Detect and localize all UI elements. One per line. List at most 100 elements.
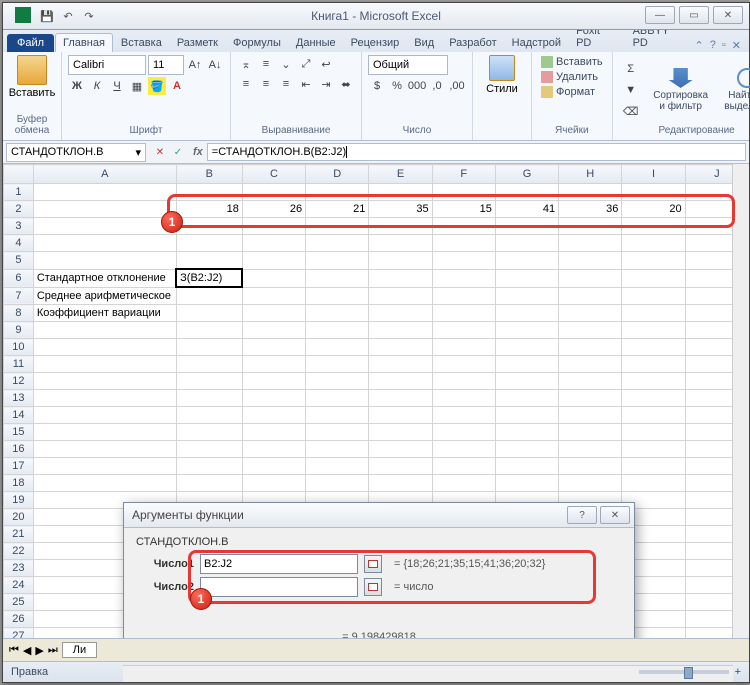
doc-close-icon[interactable]: ✕ — [732, 39, 741, 52]
dialog-titlebar[interactable]: Аргументы функции ? ✕ — [124, 503, 634, 528]
fx-icon[interactable]: fx — [189, 146, 207, 158]
cell[interactable]: Коэффициент вариации — [33, 305, 176, 322]
row-header[interactable]: 5 — [4, 252, 34, 270]
row-header[interactable]: 20 — [4, 509, 34, 526]
fill-button[interactable]: ▼ — [619, 80, 643, 100]
percent-icon[interactable]: % — [388, 77, 406, 95]
row-header[interactable]: 18 — [4, 475, 34, 492]
arg1-input[interactable] — [200, 554, 358, 574]
styles-button[interactable]: Стили — [479, 55, 525, 95]
cell[interactable]: 15 — [432, 201, 495, 218]
col-header[interactable]: E — [369, 165, 432, 184]
row-header[interactable]: 21 — [4, 526, 34, 543]
window-restore-icon[interactable]: ▫ — [722, 39, 726, 52]
cell[interactable]: Стандартное отклонение — [33, 269, 176, 287]
row-header[interactable]: 10 — [4, 339, 34, 356]
tab-view[interactable]: Вид — [407, 34, 441, 52]
font-name-select[interactable]: Calibri — [68, 55, 146, 75]
format-cell-button[interactable]: Формат — [538, 85, 606, 99]
fill-color-icon[interactable]: 🪣 — [148, 77, 166, 95]
delete-cell-button[interactable]: Удалить — [538, 70, 606, 84]
arg2-input[interactable] — [200, 577, 358, 597]
align-middle-icon[interactable]: ≡ — [257, 55, 275, 73]
tab-data[interactable]: Данные — [289, 34, 343, 52]
row-header[interactable]: 14 — [4, 407, 34, 424]
dialog-help-icon[interactable]: ? — [567, 506, 597, 524]
cell[interactable]: 18 — [176, 201, 242, 218]
italic-icon[interactable]: К — [88, 77, 106, 95]
bold-icon[interactable]: Ж — [68, 77, 86, 95]
name-box[interactable]: СТАНДОТКЛОН.В▾ — [6, 143, 146, 162]
dialog-close-icon[interactable]: ✕ — [600, 506, 630, 524]
minimize-icon[interactable]: — — [645, 6, 675, 24]
decrease-decimal-icon[interactable]: ,00 — [448, 77, 466, 95]
zoom-slider[interactable] — [639, 670, 729, 674]
vertical-scrollbar[interactable] — [732, 164, 749, 638]
border-icon[interactable]: ▦ — [128, 77, 146, 95]
active-cell[interactable]: З(B2:J2) — [176, 269, 242, 287]
merge-icon[interactable]: ⬌ — [337, 75, 355, 93]
tab-review[interactable]: Рецензир — [344, 34, 407, 52]
cancel-formula-icon[interactable]: ✕ — [152, 144, 168, 160]
collapse-dialog-icon[interactable] — [364, 555, 382, 573]
row-header[interactable]: 24 — [4, 577, 34, 594]
increase-decimal-icon[interactable]: ,0 — [428, 77, 446, 95]
row-header[interactable]: 2 — [4, 201, 34, 218]
col-header[interactable]: H — [559, 165, 622, 184]
font-color-icon[interactable]: A — [168, 77, 186, 95]
tab-home[interactable]: Главная — [55, 33, 113, 52]
cell[interactable]: 36 — [559, 201, 622, 218]
row-header[interactable]: 3 — [4, 218, 34, 235]
ribbon-minimize-icon[interactable]: ⌃ — [695, 39, 704, 52]
number-format-select[interactable]: Общий — [368, 55, 448, 75]
sheet-nav-prev-icon[interactable]: ◀ — [23, 644, 31, 657]
sheet-tab[interactable]: Ли — [62, 642, 97, 658]
tab-layout[interactable]: Разметк — [170, 34, 225, 52]
col-header[interactable]: B — [176, 165, 242, 184]
row-header[interactable]: 1 — [4, 184, 34, 201]
row-header[interactable]: 27 — [4, 628, 34, 639]
indent-icon[interactable]: ⇥ — [317, 75, 335, 93]
cell[interactable]: 41 — [495, 201, 558, 218]
outdent-icon[interactable]: ⇤ — [297, 75, 315, 93]
row-header[interactable]: 8 — [4, 305, 34, 322]
row-header[interactable]: 7 — [4, 287, 34, 305]
align-right-icon[interactable]: ≡ — [277, 75, 295, 93]
row-header[interactable]: 15 — [4, 424, 34, 441]
help-icon[interactable]: ? — [710, 39, 716, 52]
col-header[interactable]: F — [432, 165, 495, 184]
row-header[interactable]: 13 — [4, 390, 34, 407]
select-all-corner[interactable] — [4, 165, 34, 184]
col-header[interactable]: A — [33, 165, 176, 184]
close-icon[interactable]: ✕ — [713, 6, 743, 24]
comma-icon[interactable]: 000 — [408, 77, 426, 95]
cell[interactable] — [33, 201, 176, 218]
autosum-button[interactable]: Σ — [619, 59, 643, 79]
align-bottom-icon[interactable]: ⌄ — [277, 55, 295, 73]
col-header[interactable]: D — [306, 165, 369, 184]
find-select-button[interactable]: Найти и выделить — [719, 68, 750, 112]
align-left-icon[interactable]: ≡ — [237, 75, 255, 93]
row-header[interactable]: 16 — [4, 441, 34, 458]
row-header[interactable]: 12 — [4, 373, 34, 390]
cell[interactable]: 35 — [369, 201, 432, 218]
row-header[interactable]: 19 — [4, 492, 34, 509]
col-header[interactable]: C — [242, 165, 305, 184]
sort-filter-button[interactable]: Сортировка и фильтр — [653, 68, 709, 112]
row-header[interactable]: 11 — [4, 356, 34, 373]
cell[interactable]: 26 — [242, 201, 305, 218]
orientation-icon[interactable]: ⤢ — [297, 55, 315, 73]
zoom-in-icon[interactable]: + — [735, 666, 741, 678]
sheet-nav-first-icon[interactable]: ⏮ — [9, 644, 19, 657]
worksheet-grid[interactable]: A B C D E F G H I J 1 2 18 26 21 35 15 4… — [3, 164, 749, 638]
row-header[interactable]: 4 — [4, 235, 34, 252]
sheet-nav-next-icon[interactable]: ▶ — [35, 644, 43, 657]
tab-insert[interactable]: Вставка — [114, 34, 169, 52]
row-header[interactable]: 17 — [4, 458, 34, 475]
align-center-icon[interactable]: ≡ — [257, 75, 275, 93]
col-header[interactable]: G — [495, 165, 558, 184]
row-header[interactable]: 9 — [4, 322, 34, 339]
accept-formula-icon[interactable]: ✓ — [170, 144, 186, 160]
tab-file[interactable]: Файл — [7, 34, 54, 52]
paste-button[interactable]: Вставить — [9, 55, 55, 99]
